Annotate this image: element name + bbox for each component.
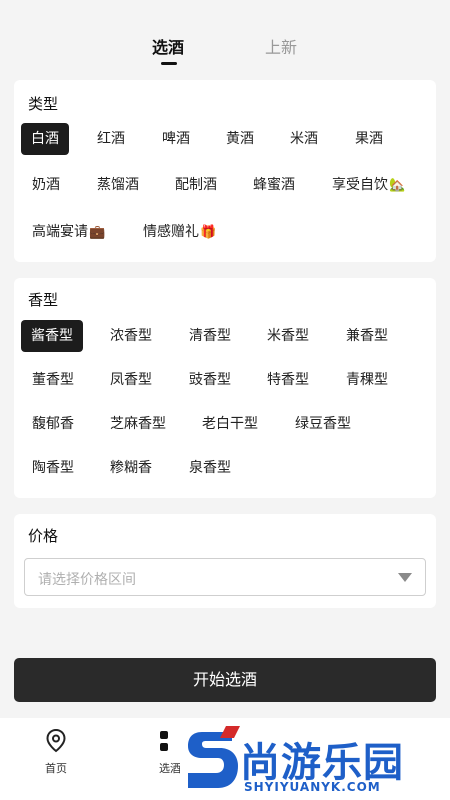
chip-aroma-qingke[interactable]: 青稞型 <box>336 364 398 396</box>
chip-type-zhengliujiu[interactable]: 蒸馏酒 <box>87 169 149 201</box>
house-icon: 🏡 <box>389 178 406 193</box>
chip-type-banquet[interactable]: 高端宴请💼 <box>22 216 115 248</box>
chip-aroma-texiang[interactable]: 特香型 <box>257 364 319 396</box>
chip-aroma-qingxiang[interactable]: 清香型 <box>179 320 241 352</box>
top-tabs: 选酒 上新 <box>0 0 450 78</box>
chip-aroma-shenhu[interactable]: 糁糊香 <box>100 452 162 484</box>
location-pin-icon <box>46 728 66 753</box>
nav-label-home: 首页 <box>45 762 67 775</box>
chip-aroma-zhima[interactable]: 芝麻香型 <box>100 408 176 440</box>
dropdown-arrow-icon <box>398 573 412 582</box>
chip-type-pijiu[interactable]: 啤酒 <box>152 123 200 155</box>
nav-item-home[interactable]: 首页 <box>26 728 86 776</box>
tab-select-wine[interactable]: 选酒 <box>152 34 184 58</box>
chip-type-gift[interactable]: 情感赠礼🎁 <box>133 216 226 248</box>
chip-aroma-jianxiang[interactable]: 兼香型 <box>336 320 398 352</box>
gift-icon: 🎁 <box>200 225 217 240</box>
chip-aroma-nongxiang[interactable]: 浓香型 <box>100 320 162 352</box>
watermark-url: SHYIYUANYK.COM <box>244 780 381 794</box>
chip-type-self-enjoy[interactable]: 享受自饮🏡 <box>322 169 415 201</box>
chip-type-peizhijiu[interactable]: 配制酒 <box>165 169 227 201</box>
chip-aroma-mixiang[interactable]: 米香型 <box>257 320 319 352</box>
chip-type-guojiu[interactable]: 果酒 <box>345 123 393 155</box>
watermark-s-logo-icon <box>188 726 240 788</box>
chip-aroma-quanxiang[interactable]: 泉香型 <box>179 452 241 484</box>
chip-aroma-chixiang[interactable]: 豉香型 <box>179 364 241 396</box>
price-range-select[interactable]: 请选择价格区间 <box>24 558 426 596</box>
tab-new-arrivals[interactable]: 上新 <box>265 34 297 58</box>
chip-aroma-jiangxiang[interactable]: 酱香型 <box>21 320 83 352</box>
chip-aroma-laobaigan[interactable]: 老白干型 <box>192 408 268 440</box>
chip-type-baijiu[interactable]: 白酒 <box>21 123 69 155</box>
chip-type-huangjiu[interactable]: 黄酒 <box>216 123 264 155</box>
chip-label: 高端宴请 <box>32 224 88 240</box>
chip-aroma-taoxiang[interactable]: 陶香型 <box>22 452 84 484</box>
price-range-placeholder: 请选择价格区间 <box>38 572 136 588</box>
chip-type-hongjiu[interactable]: 红酒 <box>87 123 135 155</box>
watermark-logo: 尚游乐园 SHYIYUANYK.COM <box>180 722 450 800</box>
chip-label: 情感赠礼 <box>143 224 199 240</box>
chip-aroma-lvdou[interactable]: 绿豆香型 <box>285 408 361 440</box>
chip-aroma-fuyu[interactable]: 馥郁香 <box>22 408 84 440</box>
briefcase-icon: 💼 <box>89 225 106 240</box>
type-title: 类型 <box>28 95 59 113</box>
aroma-title: 香型 <box>28 291 59 309</box>
chip-aroma-fengxiang[interactable]: 凤香型 <box>100 364 162 396</box>
chip-type-naijiu[interactable]: 奶酒 <box>22 169 70 201</box>
chip-label: 享受自饮 <box>332 177 388 193</box>
chip-type-fengmijiu[interactable]: 蜂蜜酒 <box>243 169 305 201</box>
aroma-card: 香型 酱香型 浓香型 清香型 米香型 兼香型 董香型 凤香型 豉香型 特香型 青… <box>14 278 436 498</box>
chip-type-mijiu[interactable]: 米酒 <box>280 123 328 155</box>
start-selecting-button[interactable]: 开始选酒 <box>14 658 436 702</box>
active-tab-indicator <box>161 62 177 65</box>
price-title: 价格 <box>28 527 59 545</box>
type-card: 类型 白酒 红酒 啤酒 黄酒 米酒 果酒 奶酒 蒸馏酒 配制酒 蜂蜜酒 享受自饮… <box>14 80 436 262</box>
chip-aroma-dongxiang[interactable]: 董香型 <box>22 364 84 396</box>
price-card: 价格 请选择价格区间 <box>14 514 436 608</box>
